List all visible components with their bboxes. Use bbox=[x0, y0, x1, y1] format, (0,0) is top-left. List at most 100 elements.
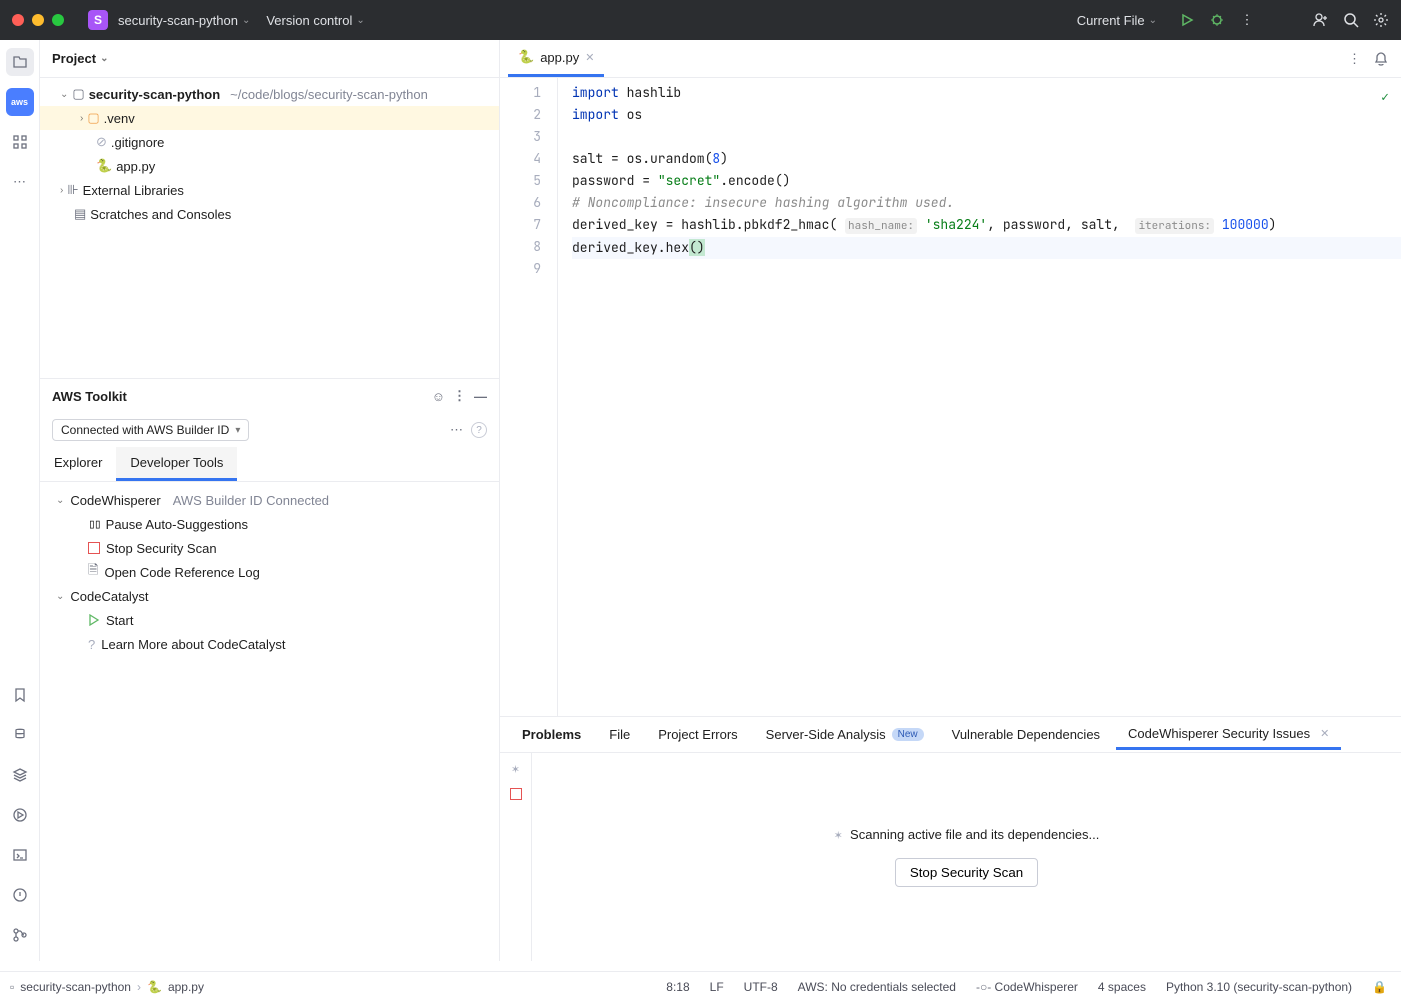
tab-codewhisperer-issues[interactable]: CodeWhisperer Security Issues ✕ bbox=[1116, 720, 1341, 750]
tree-app-py[interactable]: 🐍 app.py bbox=[40, 154, 499, 178]
close-tab-icon[interactable]: ✕ bbox=[585, 51, 594, 64]
log-label: Open Code Reference Log bbox=[104, 565, 259, 580]
run-icon[interactable] bbox=[1179, 12, 1195, 28]
layers-tool-button[interactable] bbox=[6, 761, 34, 789]
spinner-icon bbox=[511, 761, 520, 776]
services-tool-button[interactable] bbox=[6, 801, 34, 829]
gitignore-label: .gitignore bbox=[111, 135, 164, 150]
python-file-icon: 🐍 bbox=[518, 49, 534, 65]
activity-bar: aws ⋯ bbox=[0, 40, 40, 961]
scratch-icon: ▤ bbox=[74, 206, 86, 222]
notifications-icon[interactable] bbox=[1373, 51, 1389, 67]
terminal-tool-button[interactable] bbox=[6, 841, 34, 869]
indent-status[interactable]: 4 spaces bbox=[1098, 980, 1146, 994]
git-tool-button[interactable] bbox=[6, 921, 34, 949]
project-name: security-scan-python bbox=[118, 13, 238, 28]
stop-security-scan[interactable]: Stop Security Scan bbox=[40, 536, 499, 560]
pause-auto-suggestions[interactable]: ▯▯ Pause Auto-Suggestions bbox=[40, 512, 499, 536]
editor-tabs: 🐍 app.py ✕ ⋮ bbox=[500, 40, 1401, 78]
stop-icon[interactable] bbox=[510, 788, 522, 800]
help-icon[interactable]: ? bbox=[471, 422, 487, 438]
codecatalyst-start[interactable]: Start bbox=[40, 608, 499, 632]
interpreter-status[interactable]: Python 3.10 (security-scan-python) bbox=[1166, 980, 1352, 994]
project-selector[interactable]: S security-scan-python ⌄ bbox=[80, 6, 258, 34]
aws-connection-dropdown[interactable]: Connected with AWS Builder ID ▾ bbox=[52, 419, 249, 441]
scratches-label: Scratches and Consoles bbox=[90, 207, 231, 222]
debug-icon[interactable] bbox=[1209, 12, 1225, 28]
add-user-icon[interactable] bbox=[1313, 12, 1329, 28]
line-gutter: 123456789 bbox=[500, 78, 558, 716]
new-badge: New bbox=[892, 728, 924, 741]
inspection-ok-icon[interactable]: ✓ bbox=[1381, 86, 1389, 108]
vcs-menu[interactable]: Version control ⌄ bbox=[258, 9, 372, 32]
venv-label: .venv bbox=[104, 111, 135, 126]
tab-file[interactable]: File bbox=[597, 721, 642, 748]
run-config-label: Current File bbox=[1077, 13, 1145, 28]
caret-position[interactable]: 8:18 bbox=[666, 980, 689, 994]
aws-credentials-status[interactable]: AWS: No credentials selected bbox=[798, 980, 956, 994]
feedback-icon[interactable]: ☺ bbox=[432, 389, 445, 404]
more-icon[interactable]: ⋮ bbox=[1239, 12, 1255, 28]
run-config-selector[interactable]: Current File ⌄ bbox=[1069, 9, 1165, 32]
tab-filename: app.py bbox=[540, 50, 579, 65]
file-encoding[interactable]: UTF-8 bbox=[744, 980, 778, 994]
tree-scratches[interactable]: ▤ Scratches and Consoles bbox=[40, 202, 499, 226]
more-tool-button[interactable]: ⋯ bbox=[6, 168, 34, 196]
project-panel-header: Project ⌄ bbox=[40, 40, 499, 78]
minimize-icon[interactable]: — bbox=[474, 389, 487, 404]
gear-icon[interactable] bbox=[1373, 12, 1389, 28]
stop-label: Stop Security Scan bbox=[106, 541, 217, 556]
tab-explorer[interactable]: Explorer bbox=[40, 447, 116, 481]
cw-status: AWS Builder ID Connected bbox=[173, 493, 329, 508]
pause-icon: ▯▯ bbox=[88, 517, 100, 532]
aws-toolkit-button[interactable]: aws bbox=[6, 88, 34, 116]
python-file-icon: 🐍 bbox=[147, 980, 162, 994]
project-tool-button[interactable] bbox=[6, 48, 34, 76]
open-code-reference-log[interactable]: 🗎 Open Code Reference Log bbox=[40, 560, 499, 584]
tab-problems[interactable]: Problems bbox=[510, 721, 593, 748]
more-icon[interactable]: ⋮ bbox=[453, 388, 466, 404]
folder-icon: ▢ bbox=[72, 86, 84, 102]
stop-security-scan-button[interactable]: Stop Security Scan bbox=[895, 858, 1038, 887]
close-window-button[interactable] bbox=[12, 14, 24, 26]
lock-icon[interactable]: 🔒 bbox=[1372, 980, 1387, 994]
tab-developer-tools[interactable]: Developer Tools bbox=[116, 447, 237, 481]
code-editor[interactable]: 123456789 import hashlibimport os salt =… bbox=[500, 78, 1401, 716]
tree-external-libs[interactable]: › ⊪ External Libraries bbox=[40, 178, 499, 202]
tab-project-errors[interactable]: Project Errors bbox=[646, 721, 749, 748]
more-icon[interactable]: ⋮ bbox=[1348, 51, 1361, 67]
codewhisperer-status[interactable]: -○- CodeWhisperer bbox=[976, 980, 1078, 994]
tab-server-analysis[interactable]: Server-Side Analysis New bbox=[754, 721, 936, 748]
line-ending[interactable]: LF bbox=[710, 980, 724, 994]
library-icon: ⊪ bbox=[67, 182, 78, 198]
chevron-down-icon: ⌄ bbox=[242, 15, 250, 26]
chevron-down-icon: ⌄ bbox=[1149, 15, 1157, 26]
python-packages-button[interactable] bbox=[6, 721, 34, 749]
codewhisperer-node[interactable]: ⌄ CodeWhisperer AWS Builder ID Connected bbox=[40, 488, 499, 512]
search-icon[interactable] bbox=[1343, 12, 1359, 28]
codecatalyst-learn[interactable]: ? Learn More about CodeCatalyst bbox=[40, 632, 499, 656]
maximize-window-button[interactable] bbox=[52, 14, 64, 26]
codecatalyst-node[interactable]: ⌄ CodeCatalyst bbox=[40, 584, 499, 608]
tab-vulnerable-deps[interactable]: Vulnerable Dependencies bbox=[940, 721, 1112, 748]
cw-label: CodeWhisperer bbox=[70, 493, 160, 508]
problems-tool-button[interactable] bbox=[6, 881, 34, 909]
close-tab-icon[interactable]: ✕ bbox=[1320, 727, 1329, 740]
bookmarks-tool-button[interactable] bbox=[6, 681, 34, 709]
problems-sidebar bbox=[500, 753, 532, 961]
breadcrumb[interactable]: ▫ security-scan-python › 🐍 app.py bbox=[10, 980, 204, 994]
titlebar: S security-scan-python ⌄ Version control… bbox=[0, 0, 1401, 40]
code-content[interactable]: import hashlibimport os salt = os.urando… bbox=[558, 78, 1401, 716]
python-file-icon: 🐍 bbox=[96, 158, 112, 174]
more-icon[interactable]: ⋯ bbox=[450, 422, 463, 438]
structure-tool-button[interactable] bbox=[6, 128, 34, 156]
chevron-down-icon: ⌄ bbox=[56, 591, 64, 602]
tree-venv[interactable]: › ▢ .venv bbox=[40, 106, 499, 130]
minimize-window-button[interactable] bbox=[32, 14, 44, 26]
tree-root[interactable]: ⌄ ▢ security-scan-python ~/code/blogs/se… bbox=[40, 82, 499, 106]
scanning-status: Scanning active file and its dependencie… bbox=[834, 827, 1100, 842]
tree-gitignore[interactable]: ⊘ .gitignore bbox=[40, 130, 499, 154]
editor-tab-app-py[interactable]: 🐍 app.py ✕ bbox=[508, 40, 604, 77]
chevron-right-icon: › bbox=[80, 113, 83, 124]
chevron-down-icon[interactable]: ⌄ bbox=[100, 53, 108, 64]
